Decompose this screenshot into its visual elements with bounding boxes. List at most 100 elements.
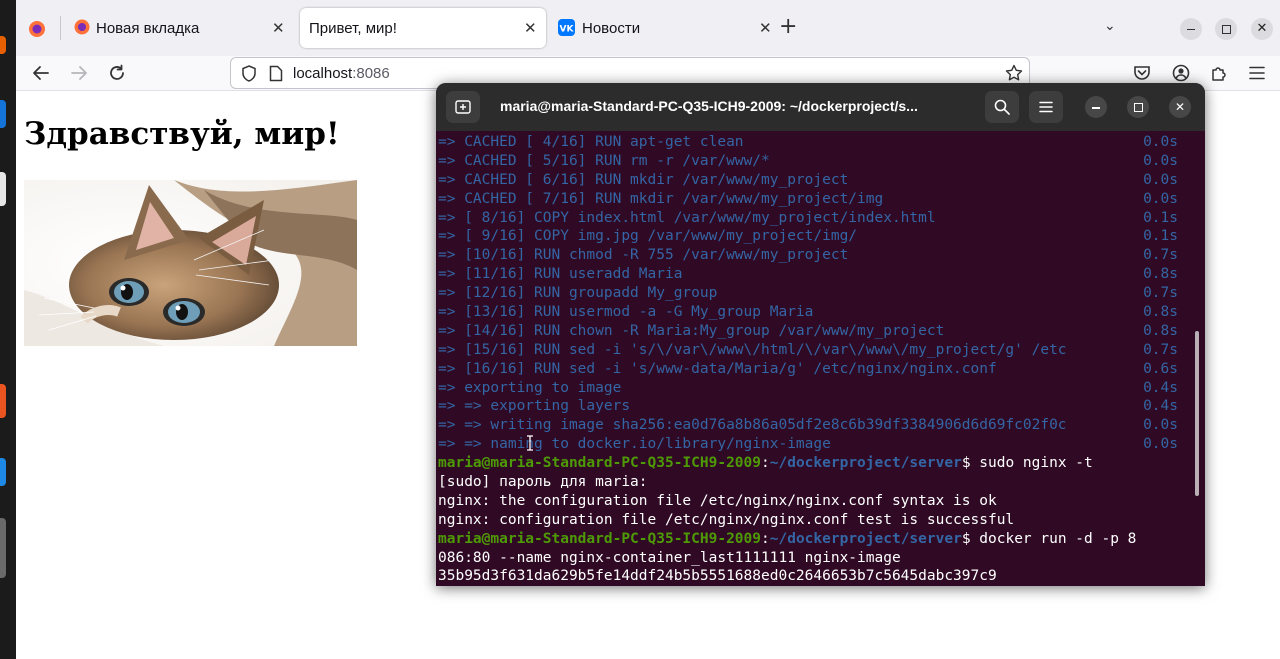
menu-button[interactable] xyxy=(1029,91,1063,123)
prompt-user: maria@maria-Standard-PC-Q35-ICH9-2009 xyxy=(438,455,762,472)
reload-icon[interactable] xyxy=(108,64,126,82)
build-step-text: => [ 9/16] COPY img.jpg /var/www/my_proj… xyxy=(438,228,858,245)
tab-label: Новая вкладка xyxy=(96,19,200,37)
build-step-time: 0.4s xyxy=(1143,379,1178,396)
build-step-text: => => writing image sha256:ea0d76a8b86a0… xyxy=(438,417,1067,434)
prompt-line: maria@maria-Standard-PC-Q35-ICH9-2009:~/… xyxy=(438,455,1093,472)
build-step-text: => exporting to image xyxy=(438,379,622,396)
build-step-time: 0.0s xyxy=(1143,190,1178,207)
pocket-icon[interactable] xyxy=(1133,64,1151,82)
build-line: => => exporting layers 0.4s xyxy=(438,397,1198,416)
command-wrap-line: 086:80 --name nginx-container_last111111… xyxy=(438,549,901,566)
svg-text:VK: VK xyxy=(560,25,575,35)
build-line: => CACHED [ 6/16] RUN mkdir /var/www/my_… xyxy=(438,171,1198,190)
dock-app-files-icon[interactable] xyxy=(0,172,6,206)
tab-active[interactable]: Привет, мир! ✕ xyxy=(300,8,546,48)
build-line: => [ 8/16] COPY index.html /var/www/my_p… xyxy=(438,209,1198,228)
dock-app-thunderbird-icon[interactable] xyxy=(0,100,6,128)
close-icon[interactable]: ✕ xyxy=(524,19,537,37)
build-step-time: 0.8s xyxy=(1143,266,1178,283)
build-step-time: 0.8s xyxy=(1143,322,1178,339)
build-step-text: => [ 8/16] COPY index.html /var/www/my_p… xyxy=(438,209,936,226)
output-line: [sudo] пароль для maria: xyxy=(438,474,648,491)
build-step-time: 0.4s xyxy=(1143,398,1178,415)
tab-new-tab[interactable]: Новая вкладка ✕ xyxy=(62,8,298,48)
close-icon[interactable]: ✕ xyxy=(759,19,772,37)
extensions-icon[interactable] xyxy=(1210,64,1228,82)
build-step-text: => => naming to docker.io/library/nginx-… xyxy=(438,436,831,453)
build-line: => [16/16] RUN sed -i 's/www-data/Maria/… xyxy=(438,360,1198,379)
menu-icon[interactable] xyxy=(1249,66,1265,80)
terminal-minimize-button[interactable] xyxy=(1085,96,1107,118)
build-line: => exporting to image 0.4s xyxy=(438,379,1198,398)
page-heading: Здравствуй, мир! xyxy=(24,116,340,152)
prompt-user: maria@maria-Standard-PC-Q35-ICH9-2009 xyxy=(438,530,762,547)
close-icon[interactable]: ✕ xyxy=(272,19,285,37)
build-line: => => writing image sha256:ea0d76a8b86a0… xyxy=(438,416,1198,435)
terminal-output[interactable]: => CACHED [ 4/16] RUN apt-get clean 0.0s =… xyxy=(438,133,1198,586)
output-line: nginx: configuration file /etc/nginx/ngi… xyxy=(438,511,1015,528)
dock-app-firefox-icon[interactable] xyxy=(0,36,6,54)
build-step-text: => [15/16] RUN sed -i 's/\/var\/www\/htm… xyxy=(438,341,1067,358)
build-step-text: => [14/16] RUN chown -R Maria:My_group /… xyxy=(438,322,945,339)
build-step-text: => CACHED [ 7/16] RUN mkdir /var/www/my_… xyxy=(438,190,884,207)
new-tab-button[interactable] xyxy=(446,91,480,123)
build-step-time: 0.1s xyxy=(1143,209,1178,226)
url-text[interactable]: localhost:8086 xyxy=(293,65,390,82)
firefox-view-icon[interactable] xyxy=(28,20,46,38)
command-text: docker run -d -p 8 xyxy=(979,530,1137,547)
hamburger-icon xyxy=(1039,101,1053,113)
terminal-header: maria@maria-Standard-PC-Q35-ICH9-2009: ~… xyxy=(436,83,1205,131)
build-step-time: 0.0s xyxy=(1143,417,1178,434)
command-text: sudo nginx -t xyxy=(979,455,1093,472)
dock-app-terminal-icon[interactable] xyxy=(0,518,6,578)
build-step-time: 0.0s xyxy=(1143,152,1178,169)
build-step-text: => [13/16] RUN usermod -a -G My_group Ma… xyxy=(438,304,814,321)
terminal-maximize-button[interactable] xyxy=(1127,96,1149,118)
build-step-time: 0.0s xyxy=(1143,436,1178,453)
kitten-image xyxy=(24,180,357,346)
build-step-time: 0.7s xyxy=(1143,341,1178,358)
page-icon[interactable] xyxy=(269,65,283,82)
vk-icon: VK xyxy=(558,19,575,36)
output-line: nginx: the configuration file /etc/nginx… xyxy=(438,492,997,509)
build-step-text: => => exporting layers xyxy=(438,398,631,415)
search-button[interactable] xyxy=(985,91,1019,123)
tab-label: Привет, мир! xyxy=(309,19,397,37)
build-step-time: 0.7s xyxy=(1143,285,1178,302)
shield-icon[interactable] xyxy=(241,65,257,82)
dock-app-help-icon[interactable] xyxy=(0,458,6,486)
terminal-title: maria@maria-Standard-PC-Q35-ICH9-2009: ~… xyxy=(500,98,918,114)
build-step-text: => CACHED [ 5/16] RUN rm -r /var/www/* xyxy=(438,152,770,169)
tab-news[interactable]: VK Новости ✕ xyxy=(548,8,784,48)
tab-strip: Новая вкладка ✕ Привет, мир! ✕ VK Новост… xyxy=(16,0,1280,56)
list-all-tabs-icon[interactable]: ⌄ xyxy=(1104,18,1116,34)
back-icon[interactable] xyxy=(32,65,50,81)
build-line: => CACHED [ 5/16] RUN rm -r /var/www/* 0.… xyxy=(438,152,1198,171)
build-line: => [10/16] RUN chmod -R 755 /var/www/my_… xyxy=(438,246,1198,265)
restore-button[interactable] xyxy=(1215,18,1237,40)
build-line: => [14/16] RUN chown -R Maria:My_group /… xyxy=(438,322,1198,341)
close-window-button[interactable]: ✕ xyxy=(1251,18,1273,40)
container-id-line: 35b95d3f631da629b5fe14ddf24b5b5551688ed0… xyxy=(438,568,997,585)
account-icon[interactable] xyxy=(1172,64,1190,82)
terminal-close-button[interactable]: ✕ xyxy=(1169,96,1191,118)
build-line: => [11/16] RUN useradd Maria 0.8s xyxy=(438,265,1198,284)
forward-icon[interactable] xyxy=(70,65,88,81)
new-tab-icon[interactable]: + xyxy=(779,14,797,39)
build-step-time: 0.1s xyxy=(1143,228,1178,245)
build-line: => => naming to docker.io/library/nginx-… xyxy=(438,435,1198,454)
build-step-time: 0.0s xyxy=(1143,171,1178,188)
build-output: => CACHED [ 4/16] RUN apt-get clean 0.0s =… xyxy=(438,133,1198,454)
build-line: => [ 9/16] COPY img.jpg /var/www/my_proj… xyxy=(438,227,1198,246)
bookmark-star-icon[interactable] xyxy=(1005,64,1023,82)
prompt-path: ~/dockerproject/server xyxy=(769,455,962,472)
url-port: :8086 xyxy=(352,65,390,82)
search-icon xyxy=(994,99,1010,115)
dock-app-software-icon[interactable] xyxy=(0,384,6,418)
terminal-scrollbar[interactable] xyxy=(1195,331,1199,496)
firefox-tab-icon xyxy=(74,19,90,35)
build-line: => [15/16] RUN sed -i 's/\/var\/www\/htm… xyxy=(438,341,1198,360)
build-step-text: => [12/16] RUN groupadd My_group xyxy=(438,285,718,302)
minimize-button[interactable] xyxy=(1180,18,1202,40)
